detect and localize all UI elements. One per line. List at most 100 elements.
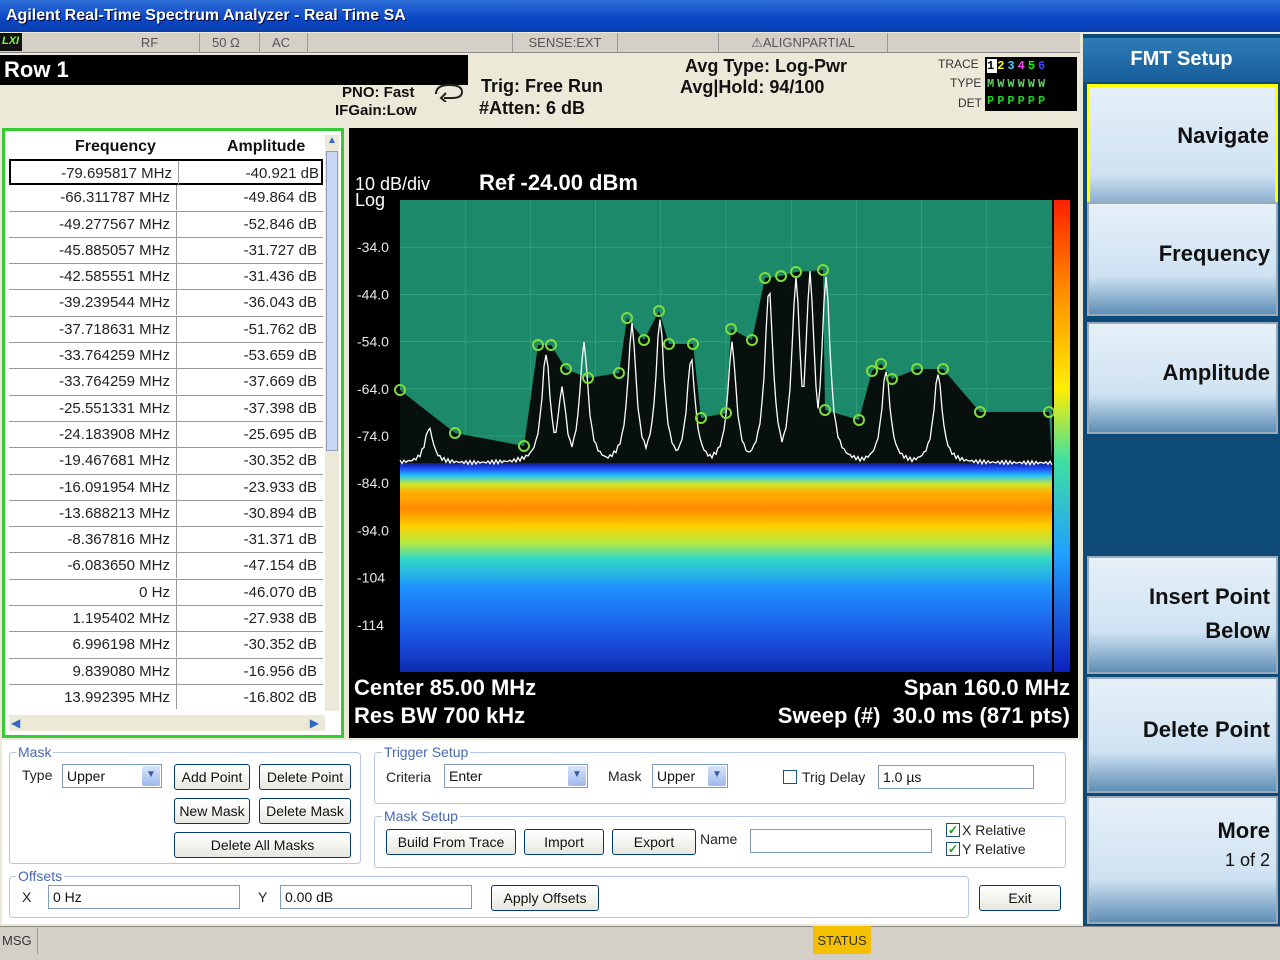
- scroll-up-icon[interactable]: ▲: [327, 135, 337, 146]
- delete-mask-button[interactable]: Delete Mask: [259, 798, 351, 824]
- x-relative-checkbox[interactable]: ✓: [946, 823, 960, 837]
- amplitude-cell[interactable]: -16.956 dB: [179, 659, 321, 680]
- frequency-cell[interactable]: -33.764259 MHz: [9, 343, 177, 369]
- table-row[interactable]: -25.551331 MHz -37.398 dB: [9, 395, 323, 422]
- trigger-mask-select[interactable]: Upper ▼: [652, 764, 728, 788]
- table-row[interactable]: -33.764259 MHz -37.669 dB: [9, 369, 323, 396]
- y-offset-input[interactable]: 0.00 dB: [280, 885, 472, 909]
- table-row[interactable]: 1.195402 MHz -27.938 dB: [9, 606, 323, 633]
- table-row[interactable]: -33.764259 MHz -53.659 dB: [9, 343, 323, 370]
- frequency-cell[interactable]: 13.992395 MHz: [9, 684, 177, 709]
- frequency-cell[interactable]: -8.367816 MHz: [9, 527, 177, 553]
- frequency-cell[interactable]: -79.695817 MHz: [11, 161, 179, 186]
- table-row[interactable]: -8.367816 MHz -31.371 dB: [9, 527, 323, 554]
- amplitude-column-header[interactable]: Amplitude: [227, 138, 305, 156]
- table-row[interactable]: 13.992395 MHz -16.802 dB: [9, 684, 323, 709]
- apply-offsets-button[interactable]: Apply Offsets: [491, 885, 599, 911]
- table-row[interactable]: -16.091954 MHz -23.933 dB: [9, 474, 323, 501]
- mask-name-input[interactable]: [750, 829, 932, 853]
- amplitude-cell[interactable]: -23.933 dB: [179, 475, 321, 496]
- frequency-cell[interactable]: -66.311787 MHz: [9, 185, 177, 211]
- frequency-cell[interactable]: -13.688213 MHz: [9, 500, 177, 526]
- criteria-select[interactable]: Enter ▼: [444, 764, 588, 788]
- amplitude-cell[interactable]: -30.352 dB: [179, 632, 321, 653]
- amplitude-cell[interactable]: -51.762 dB: [179, 317, 321, 338]
- amplitude-cell[interactable]: -40.921 dB: [181, 161, 323, 182]
- x-offset-input[interactable]: 0 Hz: [48, 885, 240, 909]
- chevron-down-icon[interactable]: ▼: [568, 766, 586, 786]
- table-row[interactable]: -24.183908 MHz -25.695 dB: [9, 421, 323, 449]
- table-row[interactable]: 6.996198 MHz -30.352 dB: [9, 632, 323, 659]
- amplitude-cell[interactable]: -37.669 dB: [179, 369, 321, 390]
- amplitude-cell[interactable]: -25.695 dB: [179, 422, 321, 443]
- exit-button[interactable]: Exit: [979, 885, 1061, 911]
- frequency-cell[interactable]: -33.764259 MHz: [9, 369, 177, 395]
- frequency-cell[interactable]: -45.885057 MHz: [9, 237, 177, 263]
- table-row[interactable]: -42.585551 MHz -31.436 dB: [9, 264, 323, 291]
- frequency-cell[interactable]: -24.183908 MHz: [9, 421, 177, 447]
- y-relative-checkbox[interactable]: ✓: [946, 842, 960, 856]
- frequency-cell[interactable]: 6.996198 MHz: [9, 632, 177, 658]
- table-row[interactable]: -13.688213 MHz -30.894 dB: [9, 500, 323, 528]
- vertical-scrollbar[interactable]: ▲: [325, 135, 339, 711]
- frequency-column-header[interactable]: Frequency: [75, 138, 156, 156]
- amplitude-cell[interactable]: -31.727 dB: [179, 238, 321, 259]
- frequency-cell[interactable]: -25.551331 MHz: [9, 395, 177, 421]
- table-row[interactable]: -79.695817 MHz -40.921 dB: [9, 159, 323, 186]
- frequency-cell[interactable]: 1.195402 MHz: [9, 606, 177, 632]
- frequency-cell[interactable]: 0 Hz: [9, 579, 177, 605]
- import-button[interactable]: Import: [524, 829, 604, 855]
- status-button[interactable]: STATUS: [813, 926, 871, 954]
- delete-all-masks-button[interactable]: Delete All Masks: [174, 832, 351, 858]
- table-row[interactable]: -49.277567 MHz -52.846 dB: [9, 211, 323, 238]
- amplitude-cell[interactable]: -36.043 dB: [179, 290, 321, 311]
- amplitude-cell[interactable]: -16.802 dB: [179, 685, 321, 706]
- amplitude-cell[interactable]: -53.659 dB: [179, 343, 321, 364]
- spectrum-plot[interactable]: -34.0 -44.0 -54.0 -64.0 -74.0 -84.0 -94.0 -104 -…: [349, 128, 1078, 738]
- amplitude-cell[interactable]: -30.894 dB: [179, 501, 321, 522]
- trig-delay-checkbox[interactable]: [783, 770, 797, 784]
- table-row[interactable]: -37.718631 MHz -51.762 dB: [9, 316, 323, 344]
- frequency-cell[interactable]: -6.083650 MHz: [9, 553, 177, 579]
- table-row[interactable]: -66.311787 MHz -49.864 dB: [9, 185, 323, 212]
- build-from-trace-button[interactable]: Build From Trace: [386, 829, 516, 855]
- more-softkey[interactable]: More 1 of 2: [1087, 796, 1278, 924]
- delete-point-softkey[interactable]: Delete Point: [1087, 677, 1278, 793]
- table-row[interactable]: -6.083650 MHz -47.154 dB: [9, 553, 323, 580]
- mask-type-select[interactable]: Upper ▼: [62, 764, 162, 788]
- table-row[interactable]: -19.467681 MHz -30.352 dB: [9, 448, 323, 475]
- add-point-button[interactable]: Add Point: [174, 764, 250, 790]
- amplitude-cell[interactable]: -37.398 dB: [179, 396, 321, 417]
- chevron-down-icon[interactable]: ▼: [708, 766, 726, 786]
- frequency-cell[interactable]: 9.839080 MHz: [9, 658, 177, 684]
- scroll-thumb[interactable]: [326, 151, 338, 451]
- frequency-cell[interactable]: -42.585551 MHz: [9, 264, 177, 290]
- frequency-cell[interactable]: -39.239544 MHz: [9, 290, 177, 316]
- table-row[interactable]: -45.885057 MHz -31.727 dB: [9, 237, 323, 265]
- frequency-cell[interactable]: -49.277567 MHz: [9, 211, 177, 237]
- frequency-cell[interactable]: -16.091954 MHz: [9, 474, 177, 500]
- scroll-right-icon[interactable]: ▶: [310, 716, 319, 730]
- amplitude-cell[interactable]: -49.864 dB: [179, 185, 321, 206]
- amplitude-softkey[interactable]: Amplitude: [1087, 322, 1278, 434]
- frequency-cell[interactable]: -37.718631 MHz: [9, 316, 177, 342]
- table-row[interactable]: 0 Hz -46.070 dB: [9, 579, 323, 607]
- frequency-cell[interactable]: -19.467681 MHz: [9, 448, 177, 474]
- amplitude-cell[interactable]: -31.371 dB: [179, 527, 321, 548]
- frequency-softkey[interactable]: Frequency: [1087, 202, 1278, 316]
- amplitude-cell[interactable]: -27.938 dB: [179, 606, 321, 627]
- table-row[interactable]: -39.239544 MHz -36.043 dB: [9, 290, 323, 317]
- amplitude-cell[interactable]: -30.352 dB: [179, 448, 321, 469]
- amplitude-cell[interactable]: -52.846 dB: [179, 212, 321, 233]
- amplitude-cell[interactable]: -47.154 dB: [179, 553, 321, 574]
- insert-point-below-softkey[interactable]: Insert Point Below: [1087, 556, 1278, 674]
- trig-delay-input[interactable]: 1.0 µs: [878, 765, 1034, 789]
- delete-point-button[interactable]: Delete Point: [259, 764, 351, 790]
- new-mask-button[interactable]: New Mask: [174, 798, 250, 824]
- export-button[interactable]: Export: [612, 829, 696, 855]
- table-row[interactable]: 9.839080 MHz -16.956 dB: [9, 658, 323, 685]
- chevron-down-icon[interactable]: ▼: [142, 766, 160, 786]
- amplitude-cell[interactable]: -46.070 dB: [179, 580, 321, 601]
- horizontal-scrollbar[interactable]: ◀ ▶: [9, 715, 325, 731]
- scroll-left-icon[interactable]: ◀: [11, 716, 20, 730]
